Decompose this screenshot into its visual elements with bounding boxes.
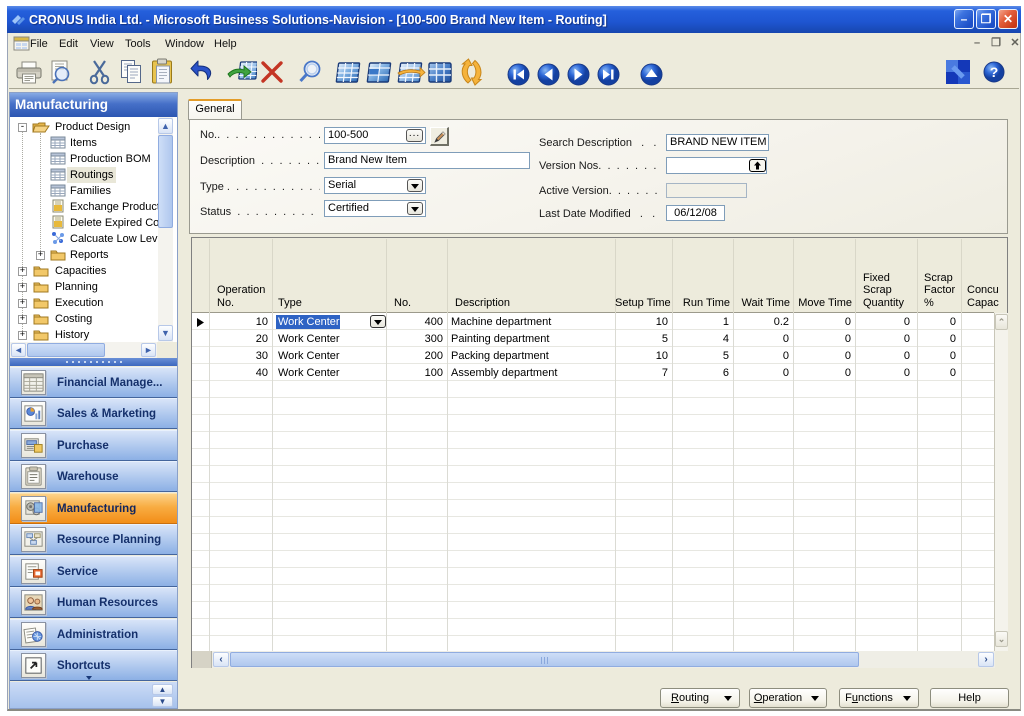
svg-text:?: ? [990, 64, 999, 80]
